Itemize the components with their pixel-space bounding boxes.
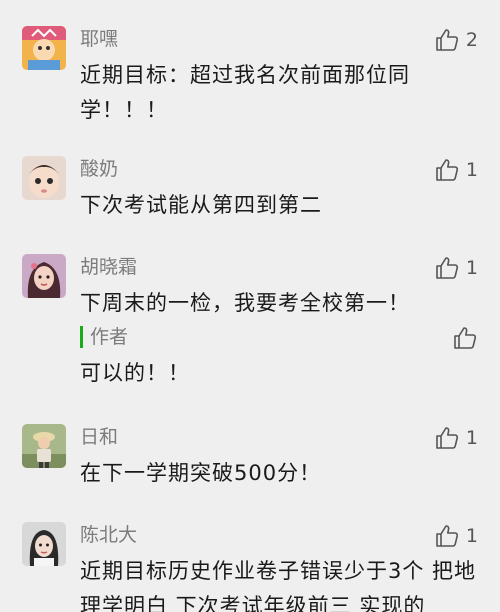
like-button[interactable]: 1 <box>434 522 478 550</box>
comment-text: 在下一学期突破500分！ <box>80 461 322 485</box>
comment-item: 陈北大 近期目标历史作业卷子错误少于3个 把地理学明白 下次考试年级前三 实现的… <box>0 522 500 612</box>
comment-item: 酸奶 下次考试能从第四到第二 1 <box>0 156 500 236</box>
child-avatar-icon <box>22 424 66 468</box>
comment-item: 耶嘿 近期目标：超过我名次前面那位同学！！！ 2 <box>0 26 500 146</box>
like-button[interactable]: 1 <box>434 254 478 282</box>
reply-like-button[interactable] <box>452 324 478 352</box>
comment-username[interactable]: 酸奶 <box>80 156 118 182</box>
avatar[interactable] <box>22 522 66 566</box>
avatar[interactable] <box>22 424 66 468</box>
comment-item: 胡晓霜 下周末的一检，我要考全校第一！ 1 作者 可以的！！ <box>0 254 500 404</box>
avatar[interactable] <box>22 254 66 298</box>
comment-username[interactable]: 耶嘿 <box>80 26 118 52</box>
comment-list: 耶嘿 近期目标：超过我名次前面那位同学！！！ 2 酸奶 下次考试能从第四到第二 <box>0 0 500 612</box>
thumbs-up-icon <box>454 327 477 349</box>
like-count: 2 <box>465 29 478 51</box>
thumbs-up-icon <box>436 159 458 181</box>
comment-username[interactable]: 胡晓霜 <box>80 254 137 280</box>
baby-avatar-icon <box>22 156 66 200</box>
author-tag: 作者 <box>80 324 128 350</box>
thumbs-up-icon <box>436 29 458 51</box>
cartoon-avatar-icon <box>22 26 66 70</box>
like-count: 1 <box>465 427 478 449</box>
comment-text: 下周末的一检，我要考全校第一！ <box>80 291 410 315</box>
thumbs-up-icon <box>436 525 458 547</box>
like-button[interactable]: 1 <box>434 156 478 184</box>
thumbs-up-icon <box>436 257 458 279</box>
like-button[interactable]: 1 <box>434 424 478 452</box>
comment-text: 近期目标：超过我名次前面那位同学！！！ <box>80 63 410 122</box>
reply-text: 可以的！！ <box>80 361 190 385</box>
avatar[interactable] <box>22 156 66 200</box>
author-bar <box>80 326 83 348</box>
woman-avatar-icon <box>22 522 66 566</box>
girl-avatar-icon <box>22 254 66 298</box>
like-count: 1 <box>465 159 478 181</box>
comment-text: 下次考试能从第四到第二 <box>80 193 322 217</box>
author-reply: 作者 可以的！！ <box>80 324 480 394</box>
like-count: 1 <box>465 257 478 279</box>
comment-username[interactable]: 陈北大 <box>80 522 137 548</box>
comment-username[interactable]: 日和 <box>80 424 118 450</box>
like-button[interactable]: 2 <box>434 26 478 54</box>
comment-text: 近期目标历史作业卷子错误少于3个 把地理学明白 下次考试年级前三 实现的 <box>80 559 477 612</box>
author-label: 作者 <box>90 326 129 348</box>
like-count: 1 <box>465 525 478 547</box>
avatar[interactable] <box>22 26 66 70</box>
comment-item: 日和 在下一学期突破500分！ 1 <box>0 424 500 504</box>
thumbs-up-icon <box>436 427 458 449</box>
